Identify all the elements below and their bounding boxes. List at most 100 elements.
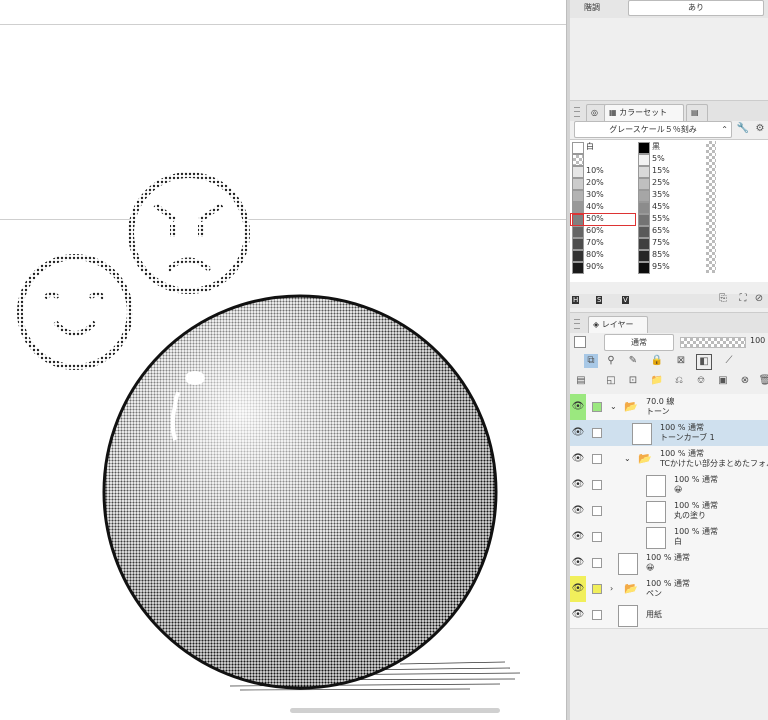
swatch-right-label: 黒 <box>652 142 660 151</box>
panel-grip-icon[interactable] <box>574 319 580 329</box>
layer-name: 丸の塗り <box>674 511 706 520</box>
swatch-left-label: 白 <box>586 142 594 151</box>
trash-icon[interactable]: 🗑 <box>758 374 768 388</box>
layer-lock-checkbox[interactable] <box>592 454 602 464</box>
mask-enable-icon[interactable]: ◧ <box>696 354 712 370</box>
hue-toggle[interactable]: H <box>572 296 580 304</box>
transparent-column <box>706 177 716 189</box>
layer-list: 👁 ⌄ 📂 70.0 線トーン 👁 100 % 通常 トーンカーブ 1 👁 ⌄ 📂 100 % 通常… <box>570 394 768 634</box>
combine-icon[interactable]: ⎊ <box>694 374 708 388</box>
layer-lock-checkbox[interactable] <box>592 480 602 490</box>
layer-row[interactable]: 👁 100 % 通常 😀 <box>570 472 768 499</box>
layer-lock-checkbox[interactable] <box>592 402 602 412</box>
layer-row[interactable]: 👁 ⌄ 📂 100 % 通常 TCかけたい部分まとめたフォル <box>570 446 768 473</box>
transparent-column <box>706 225 716 237</box>
layer-name: 😀 <box>646 563 655 572</box>
transparent-column <box>706 249 716 261</box>
delete-color-icon[interactable]: ⊘ <box>752 292 766 306</box>
mask-icon[interactable]: ▣ <box>716 374 730 388</box>
reference-icon[interactable]: ⚲ <box>604 354 618 368</box>
wrench-icon[interactable]: 🔧 <box>736 122 750 136</box>
eye-icon[interactable]: 👁 <box>570 602 586 628</box>
eye-icon[interactable]: 👁 <box>570 550 586 576</box>
copy-color-icon[interactable]: ⎘ <box>716 292 730 306</box>
layer-lock-checkbox[interactable] <box>592 532 602 542</box>
layer-thumbnail <box>618 605 638 627</box>
blend-mode-select[interactable]: 通常 <box>604 334 674 351</box>
swatch-left-label: 80% <box>586 250 604 259</box>
layer-opacity-blend: 100 % 通常 <box>674 527 718 536</box>
layer-lock-checkbox[interactable] <box>592 558 602 568</box>
layer-thumbnail <box>646 475 666 497</box>
draft-icon[interactable]: ✎ <box>626 354 640 368</box>
new-folder-icon[interactable]: 📁 <box>650 374 664 388</box>
eye-icon[interactable]: 👁 <box>570 394 586 420</box>
lock-transparent-icon[interactable]: ⊠ <box>674 354 688 368</box>
layer-thumbnail <box>646 501 666 523</box>
add-color-icon[interactable]: ⛶ <box>736 292 750 306</box>
swatch-row: 60% 65% <box>570 225 768 238</box>
colorset-preset-select[interactable]: グレースケール５％刻み ⌃ <box>574 121 732 138</box>
swatch-right-label: 15% <box>652 166 670 175</box>
transparent-column <box>706 213 716 225</box>
opacity-slider[interactable] <box>680 337 746 348</box>
canvas-scrollbar[interactable] <box>290 708 500 713</box>
blend-swatch-icon[interactable] <box>574 336 586 348</box>
swatch-left-label: 20% <box>586 178 604 187</box>
layer-opacity-blend: 100 % 通常 <box>674 475 718 484</box>
chevron-right-icon[interactable]: › <box>610 584 613 593</box>
folder-icon: 📂 <box>624 400 638 413</box>
layer-lock-checkbox[interactable] <box>592 506 602 516</box>
layer-lock-checkbox[interactable] <box>592 428 602 438</box>
swatch-right-label: 55% <box>652 214 670 223</box>
layer-row[interactable]: 👁 100 % 通常白 <box>570 524 768 551</box>
layer-opacity-blend: 70.0 線 <box>646 397 675 406</box>
layer-row[interactable]: 👁 100 % 通常 😀 <box>570 550 768 577</box>
swatch-left[interactable] <box>572 262 584 274</box>
lock-icon[interactable]: 🔒 <box>650 354 664 368</box>
layer-row[interactable]: 👁 ⌄ 📂 70.0 線トーン <box>570 394 768 421</box>
saturation-toggle[interactable]: S <box>596 296 603 304</box>
colorset-tab-label: カラーセット <box>619 108 668 117</box>
value-toggle[interactable]: V <box>622 296 629 304</box>
eye-icon[interactable]: 👁 <box>570 472 586 498</box>
chevron-down-icon[interactable]: ⌄ <box>610 402 617 411</box>
layer-row[interactable]: 👁 › 📂 100 % 通常 ペン <box>570 576 768 603</box>
gradation-select[interactable]: あり <box>628 0 764 16</box>
eye-icon[interactable]: 👁 <box>570 446 586 472</box>
layer-property-icon[interactable]: ▤ <box>574 374 588 388</box>
transfer-down-icon[interactable]: ⎌ <box>672 374 686 388</box>
layer-row[interactable]: 👁 100 % 通常 トーンカーブ 1 <box>570 420 768 447</box>
eye-icon[interactable]: 👁 <box>570 420 586 446</box>
swatch-left-label: 30% <box>586 190 604 199</box>
swatch-left-label: 60% <box>586 226 604 235</box>
transparent-column <box>706 153 716 165</box>
ruler-icon[interactable]: ⟋ <box>722 354 736 368</box>
tab-color-set[interactable]: ▦ カラーセット <box>604 104 684 121</box>
layer-thumbnail <box>618 553 638 575</box>
layer-row[interactable]: 👁 100 % 通常 丸の塗り <box>570 498 768 525</box>
tab-layer[interactable]: ◈ レイヤー <box>588 316 648 333</box>
eye-icon[interactable]: 👁 <box>570 524 586 550</box>
clip-icon[interactable]: ⧉ <box>584 354 598 368</box>
colorset-settings-icon[interactable]: ⚙ <box>753 122 767 136</box>
layer-toolbar-1: ⧉ ⚲ ✎ 🔒 ⊠ ◧ ⟋ <box>570 352 768 370</box>
layer-blend-row: 通常 100 <box>570 332 768 352</box>
tab-history[interactable]: ▤ <box>686 104 708 121</box>
apply-mask-icon[interactable]: ⊗ <box>738 374 752 388</box>
new-vector-layer-icon[interactable]: ⊡ <box>626 374 640 388</box>
layer-lock-checkbox[interactable] <box>592 584 602 594</box>
panel-grip-icon[interactable] <box>574 107 580 117</box>
eye-icon[interactable]: 👁 <box>570 498 586 524</box>
tab-color-wheel[interactable]: ◎ <box>586 104 606 121</box>
tone-property-row: 階調 あり <box>570 0 768 18</box>
drawing-canvas[interactable] <box>0 0 566 720</box>
eye-icon[interactable]: 👁 <box>570 576 586 602</box>
palette-icon: ▦ <box>609 108 617 117</box>
chevron-down-icon[interactable]: ⌄ <box>624 454 631 463</box>
new-raster-layer-icon[interactable]: ◱ <box>604 374 618 388</box>
swatch-right[interactable] <box>638 262 650 274</box>
layer-lock-checkbox[interactable] <box>592 610 602 620</box>
layer-row[interactable]: 👁 用紙 <box>570 602 768 629</box>
layer-name: TCかけたい部分まとめたフォル <box>660 459 768 468</box>
